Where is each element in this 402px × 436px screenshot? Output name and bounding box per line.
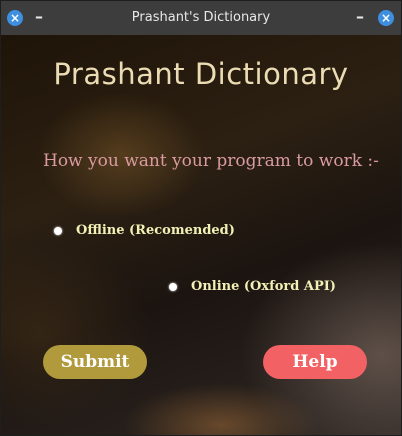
close-icon[interactable]: × bbox=[378, 10, 394, 26]
option-offline-label: Offline (Recomended) bbox=[76, 223, 235, 238]
radio-icon[interactable] bbox=[54, 226, 62, 235]
title-bar[interactable]: × – Prashant's Dictionary – × bbox=[1, 1, 401, 35]
radio-icon[interactable] bbox=[169, 282, 177, 291]
minimize-icon[interactable]: – bbox=[356, 7, 364, 26]
app-title: Prashant Dictionary bbox=[53, 57, 349, 91]
option-offline[interactable]: Offline (Recomended) bbox=[54, 223, 235, 238]
main-content: Prashant Dictionary How you want your pr… bbox=[1, 35, 401, 435]
mode-question: How you want your program to work :- bbox=[43, 151, 379, 171]
option-online-label: Online (Oxford API) bbox=[191, 279, 336, 294]
help-button[interactable]: Help bbox=[263, 345, 367, 379]
window-title: Prashant's Dictionary bbox=[131, 10, 271, 25]
submit-button[interactable]: Submit bbox=[43, 345, 147, 379]
app-window: × – Prashant's Dictionary – × Prashant D… bbox=[0, 0, 402, 436]
option-online[interactable]: Online (Oxford API) bbox=[169, 279, 336, 294]
